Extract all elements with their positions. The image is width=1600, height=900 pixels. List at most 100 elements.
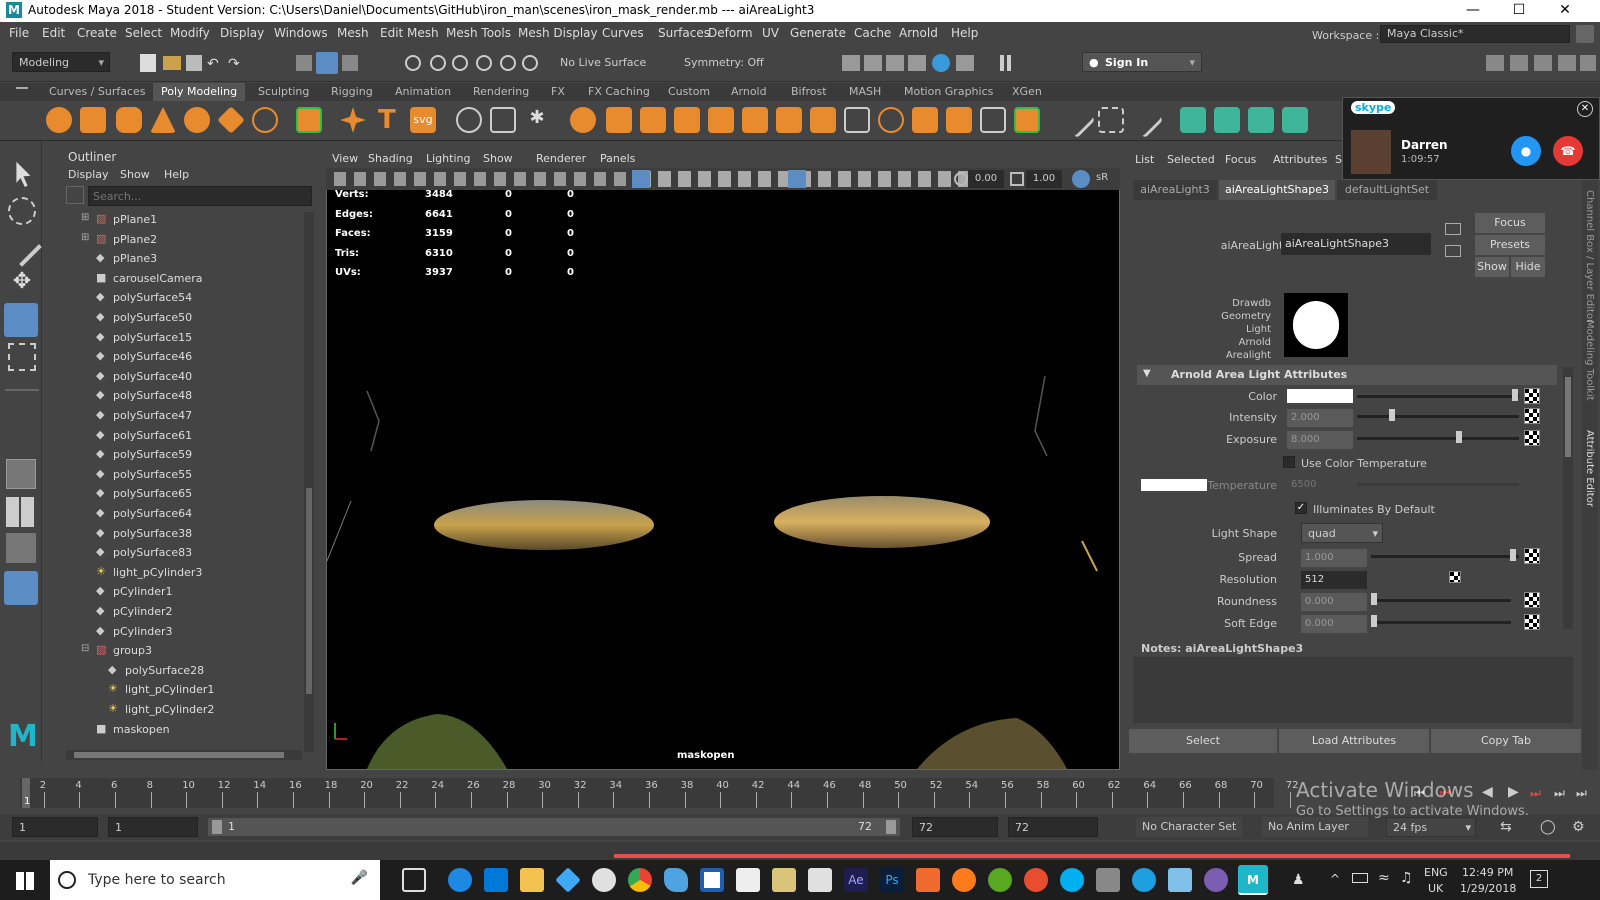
anim-layer-dropdown[interactable]: No Anim Layer bbox=[1262, 817, 1368, 837]
app-icon[interactable] bbox=[592, 868, 616, 892]
outliner-item[interactable]: ◆ polySurface40 bbox=[44, 367, 304, 387]
symmetry-dropdown[interactable]: Symmetry: Off bbox=[678, 53, 798, 73]
shelf-tab-bifrost[interactable]: Bifrost bbox=[791, 85, 827, 98]
undo-icon[interactable]: ↶ bbox=[207, 56, 219, 72]
planar-map-icon[interactable] bbox=[1180, 107, 1206, 133]
photoshop-icon[interactable]: Ps bbox=[880, 868, 904, 892]
microphone-icon[interactable]: ● bbox=[1511, 136, 1541, 166]
soft-edge-field[interactable]: 0.000 bbox=[1301, 615, 1367, 633]
attr-menu-list[interactable]: List bbox=[1135, 153, 1154, 166]
mail-icon[interactable] bbox=[736, 868, 760, 892]
playback-start-field[interactable]: 1 bbox=[108, 817, 198, 837]
calculator-icon[interactable] bbox=[808, 868, 832, 892]
menu-create[interactable]: Create bbox=[77, 26, 117, 40]
outliner-item[interactable]: ◆ polySurface61 bbox=[44, 426, 304, 446]
uv-editor-icon[interactable] bbox=[1098, 107, 1124, 133]
select-object-icon[interactable] bbox=[316, 52, 338, 74]
platonic-solid-icon[interactable] bbox=[296, 107, 322, 133]
outliner-item[interactable]: ◆ pCylinder2 bbox=[44, 602, 304, 622]
shelf-tab-xgen[interactable]: XGen bbox=[1012, 85, 1042, 98]
chevron-up-icon[interactable]: ^ bbox=[1330, 872, 1340, 886]
notes-textarea[interactable] bbox=[1133, 657, 1573, 723]
roundness-field[interactable]: 0.000 bbox=[1301, 593, 1367, 611]
sculpt-icon[interactable] bbox=[1058, 101, 1096, 139]
menu-surfaces[interactable]: Surfaces bbox=[658, 26, 710, 40]
shelf-tab-motion-graphics[interactable]: Motion Graphics bbox=[904, 85, 993, 98]
srgb-icon[interactable]: sR bbox=[1096, 172, 1108, 183]
poly-cube-icon[interactable] bbox=[80, 107, 106, 133]
hang-up-icon[interactable]: ☎ bbox=[1553, 136, 1583, 166]
offset-edge-loop-icon[interactable] bbox=[946, 107, 972, 133]
preferences-icon[interactable]: ⚙ bbox=[1572, 819, 1585, 835]
menu-set-dropdown[interactable]: Modeling ▾ bbox=[12, 52, 110, 72]
menu-curves[interactable]: Curves bbox=[602, 26, 644, 40]
menu-edit[interactable]: Edit bbox=[42, 26, 65, 40]
menu-windows[interactable]: Windows bbox=[274, 26, 328, 40]
viewport-menu-renderer[interactable]: Renderer bbox=[536, 152, 586, 165]
outliner-item[interactable]: ◆ polySurface48 bbox=[44, 386, 304, 406]
expand-toggle-icon[interactable]: ⊟ bbox=[81, 643, 89, 654]
attr-menu-focus[interactable]: Focus bbox=[1225, 153, 1256, 166]
viewport-menu-lighting[interactable]: Lighting bbox=[426, 152, 470, 165]
language-region-label[interactable]: UK bbox=[1428, 882, 1443, 895]
viewport-menu-shading[interactable]: Shading bbox=[368, 152, 413, 165]
chrome-icon[interactable] bbox=[628, 868, 652, 892]
menu-mesh[interactable]: Mesh bbox=[337, 26, 369, 40]
input-connections-icon[interactable] bbox=[1445, 223, 1461, 235]
expand-toggle-icon[interactable]: ⊞ bbox=[81, 212, 89, 223]
light-shape-dropdown[interactable]: quad ▾ bbox=[1301, 523, 1383, 543]
append-icon[interactable] bbox=[742, 107, 768, 133]
render-settings-icon[interactable] bbox=[908, 55, 926, 71]
shelf-tab-sculpting[interactable]: Sculpting bbox=[258, 85, 309, 98]
rotate-tool-icon[interactable] bbox=[4, 303, 38, 337]
attr-menu-more[interactable]: S bbox=[1335, 153, 1342, 166]
multi-cut-icon[interactable] bbox=[844, 107, 870, 133]
color-slider-knob[interactable] bbox=[1512, 389, 1518, 401]
poly-cylinder-icon[interactable] bbox=[116, 107, 142, 133]
gamma-field[interactable]: 1.00 bbox=[1026, 170, 1062, 188]
xray-toggle-icon[interactable] bbox=[788, 170, 806, 188]
shelf-tab-curves-surfaces[interactable]: Curves / Surfaces bbox=[49, 85, 146, 98]
save-scene-icon[interactable] bbox=[186, 55, 202, 71]
wifi-icon[interactable]: ≈ bbox=[1378, 870, 1390, 886]
poly-plane-icon[interactable] bbox=[217, 106, 245, 134]
firefox-icon[interactable] bbox=[952, 868, 976, 892]
shelf-tab-mash[interactable]: MASH bbox=[849, 85, 881, 98]
auto-map-icon[interactable] bbox=[1282, 107, 1308, 133]
xampp-icon[interactable] bbox=[916, 868, 940, 892]
snap-point-icon[interactable] bbox=[452, 55, 468, 71]
viewport-panel[interactable]: Verts: 3484 0 0 Edges: 6641 0 0 Faces: 3159 0 0 Tris… bbox=[326, 150, 1120, 770]
snap-curve-icon[interactable] bbox=[430, 55, 446, 71]
spread-slider[interactable] bbox=[1371, 555, 1519, 558]
outliner-item[interactable]: ◆ polySurface38 bbox=[44, 524, 304, 544]
shelf-tab-fx[interactable]: FX bbox=[551, 85, 565, 98]
skype-icon[interactable] bbox=[1060, 868, 1084, 892]
persp-outliner-layout-icon[interactable] bbox=[6, 533, 36, 563]
shelf-tab-arnold[interactable]: Arnold bbox=[731, 85, 767, 98]
quad-draw-icon[interactable] bbox=[980, 107, 1006, 133]
outliner-search-input[interactable] bbox=[88, 186, 312, 206]
render-frame-icon[interactable] bbox=[842, 55, 860, 71]
range-slider[interactable]: 1 72 bbox=[208, 818, 900, 836]
outliner-item[interactable]: ◆ polySurface15 bbox=[44, 328, 304, 348]
outliner-item[interactable]: ◆ polySurface28 bbox=[44, 661, 304, 681]
resolution-map-button-icon[interactable] bbox=[1449, 571, 1461, 583]
snap-grid-icon[interactable] bbox=[405, 55, 421, 71]
snap-live-icon[interactable] bbox=[522, 55, 538, 71]
pause-icon[interactable] bbox=[1000, 55, 1004, 71]
color-management-icon[interactable] bbox=[1072, 170, 1090, 188]
intensity-slider-knob[interactable] bbox=[1389, 409, 1396, 421]
outliner-item[interactable]: ☀ light_pCylinder2 bbox=[44, 700, 304, 720]
move-tool-icon[interactable]: ✥ bbox=[8, 269, 36, 297]
show-button[interactable]: Show bbox=[1475, 257, 1509, 277]
combine-icon[interactable] bbox=[456, 107, 482, 133]
fill-hole-icon[interactable] bbox=[708, 107, 734, 133]
roundness-map-button-icon[interactable] bbox=[1524, 592, 1540, 608]
menu-arnold[interactable]: Arnold bbox=[899, 26, 938, 40]
taskbar-search-box[interactable]: Type here to search 🎤 bbox=[50, 860, 380, 900]
menu-uv[interactable]: UV bbox=[762, 26, 779, 40]
exposure-map-button-icon[interactable] bbox=[1524, 430, 1540, 446]
notepad-icon[interactable] bbox=[700, 868, 724, 892]
maya-taskbar-icon[interactable]: M bbox=[1238, 865, 1268, 895]
menu-help[interactable]: Help bbox=[951, 26, 978, 40]
